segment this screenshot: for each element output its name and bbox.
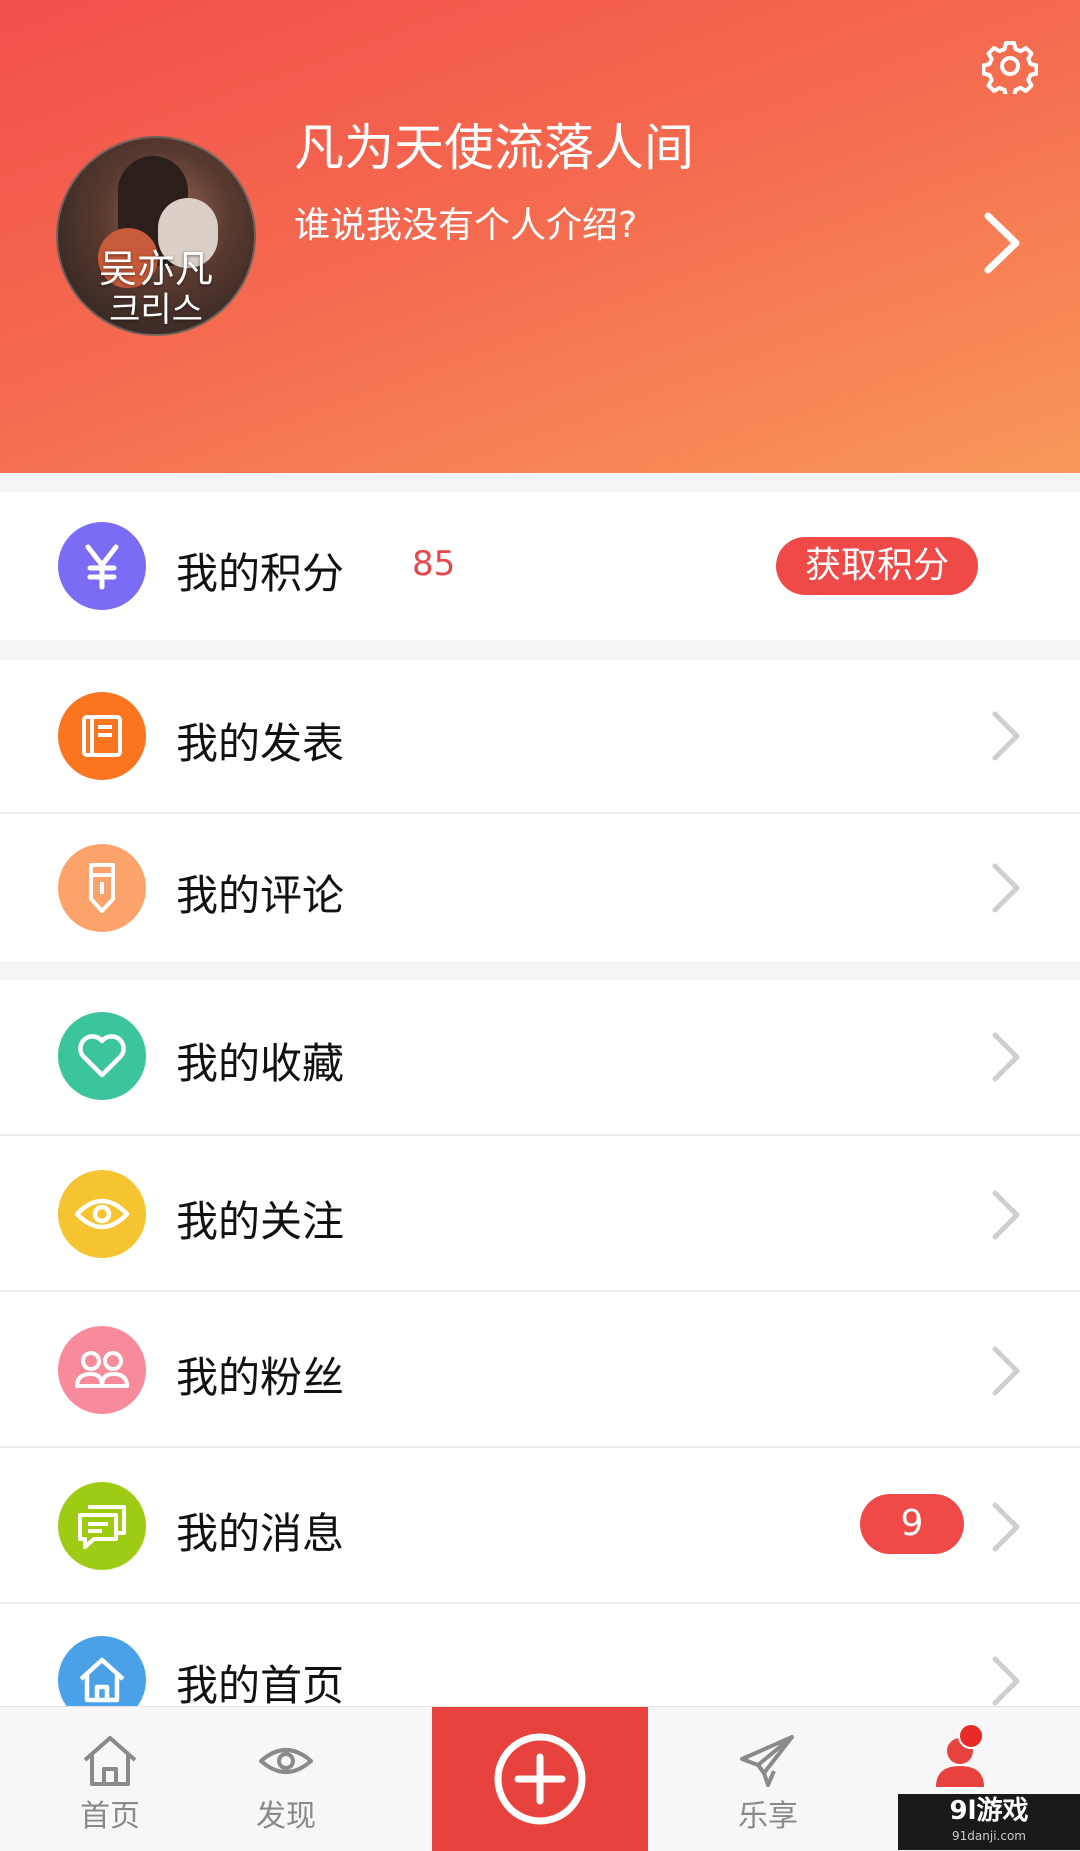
tab-discover[interactable]: 发现 [206,1707,366,1851]
add-post-button[interactable] [432,1707,648,1851]
house-icon [58,1636,146,1706]
profile-header[interactable]: 吴亦凡 크리스 凡为天使流落人间 谁说我没有个人介绍? [0,0,1080,473]
chevron-right-icon [992,1346,1020,1396]
tab-label: 乐享 [738,1799,798,1834]
chevron-right-icon [992,711,1020,761]
plus-circle-icon [494,1733,586,1825]
username: 凡为天使流落人间 [294,119,694,177]
unread-badge: 9 [860,1494,964,1554]
menu-label: 我的评论 [176,871,345,920]
avatar-text: 크리스 [109,290,203,330]
menu-item-favorites[interactable]: 我的收藏 [0,980,1080,1134]
eye-icon [259,1748,313,1774]
chevron-right-icon [992,1502,1020,1552]
tab-label: 发现 [256,1799,316,1834]
menu-item-homepage[interactable]: 我的首页 [0,1604,1080,1706]
menu-label: 我的发表 [176,719,345,768]
tab-label: 首页 [80,1799,140,1834]
pencil-icon [58,844,146,932]
notification-dot [958,1723,984,1749]
chevron-right-icon [992,1190,1020,1240]
chevron-right-icon [992,1656,1020,1706]
menu-label: 我的首页 [176,1661,345,1706]
points-value: 85 [412,544,456,584]
chevron-right-icon [992,863,1020,913]
chat-icon [58,1482,146,1570]
home-icon [83,1736,137,1786]
eye-icon [58,1170,146,1258]
users-icon [58,1326,146,1414]
gear-icon[interactable] [982,38,1038,94]
watermark-logo: 9l游戏 91danji.com [898,1794,1080,1850]
get-points-button[interactable]: 获取积分 [776,537,978,595]
menu-item-messages[interactable]: 我的消息 9 [0,1448,1080,1602]
heart-icon [58,1012,146,1100]
menu-label: 我的粉丝 [176,1353,345,1402]
chevron-right-icon[interactable] [982,210,1022,276]
avatar[interactable]: 吴亦凡 크리스 [56,136,256,336]
watermark-url: 91danji.com [952,1829,1026,1843]
chevron-right-icon [992,1032,1020,1082]
menu-label: 我的消息 [176,1509,345,1558]
tab-home[interactable]: 首页 [30,1707,190,1851]
points-label: 我的积分 [176,549,345,598]
menu-label: 我的关注 [176,1197,345,1246]
paper-plane-icon [740,1735,794,1787]
tab-share[interactable]: 乐享 [688,1707,848,1851]
watermark-brand: 9l游戏 [949,1796,1029,1826]
menu-item-posts[interactable]: 我的发表 [0,660,1080,812]
book-icon [58,692,146,780]
yen-icon [58,522,146,610]
menu-item-comments[interactable]: 我的评论 [0,814,1080,962]
menu-item-following[interactable]: 我的关注 [0,1136,1080,1290]
points-row[interactable]: 我的积分 85 获取积分 [0,492,1080,640]
menu-label: 我的收藏 [176,1039,345,1088]
bio: 谁说我没有个人介绍? [294,205,638,246]
menu-item-fans[interactable]: 我的粉丝 [0,1292,1080,1446]
